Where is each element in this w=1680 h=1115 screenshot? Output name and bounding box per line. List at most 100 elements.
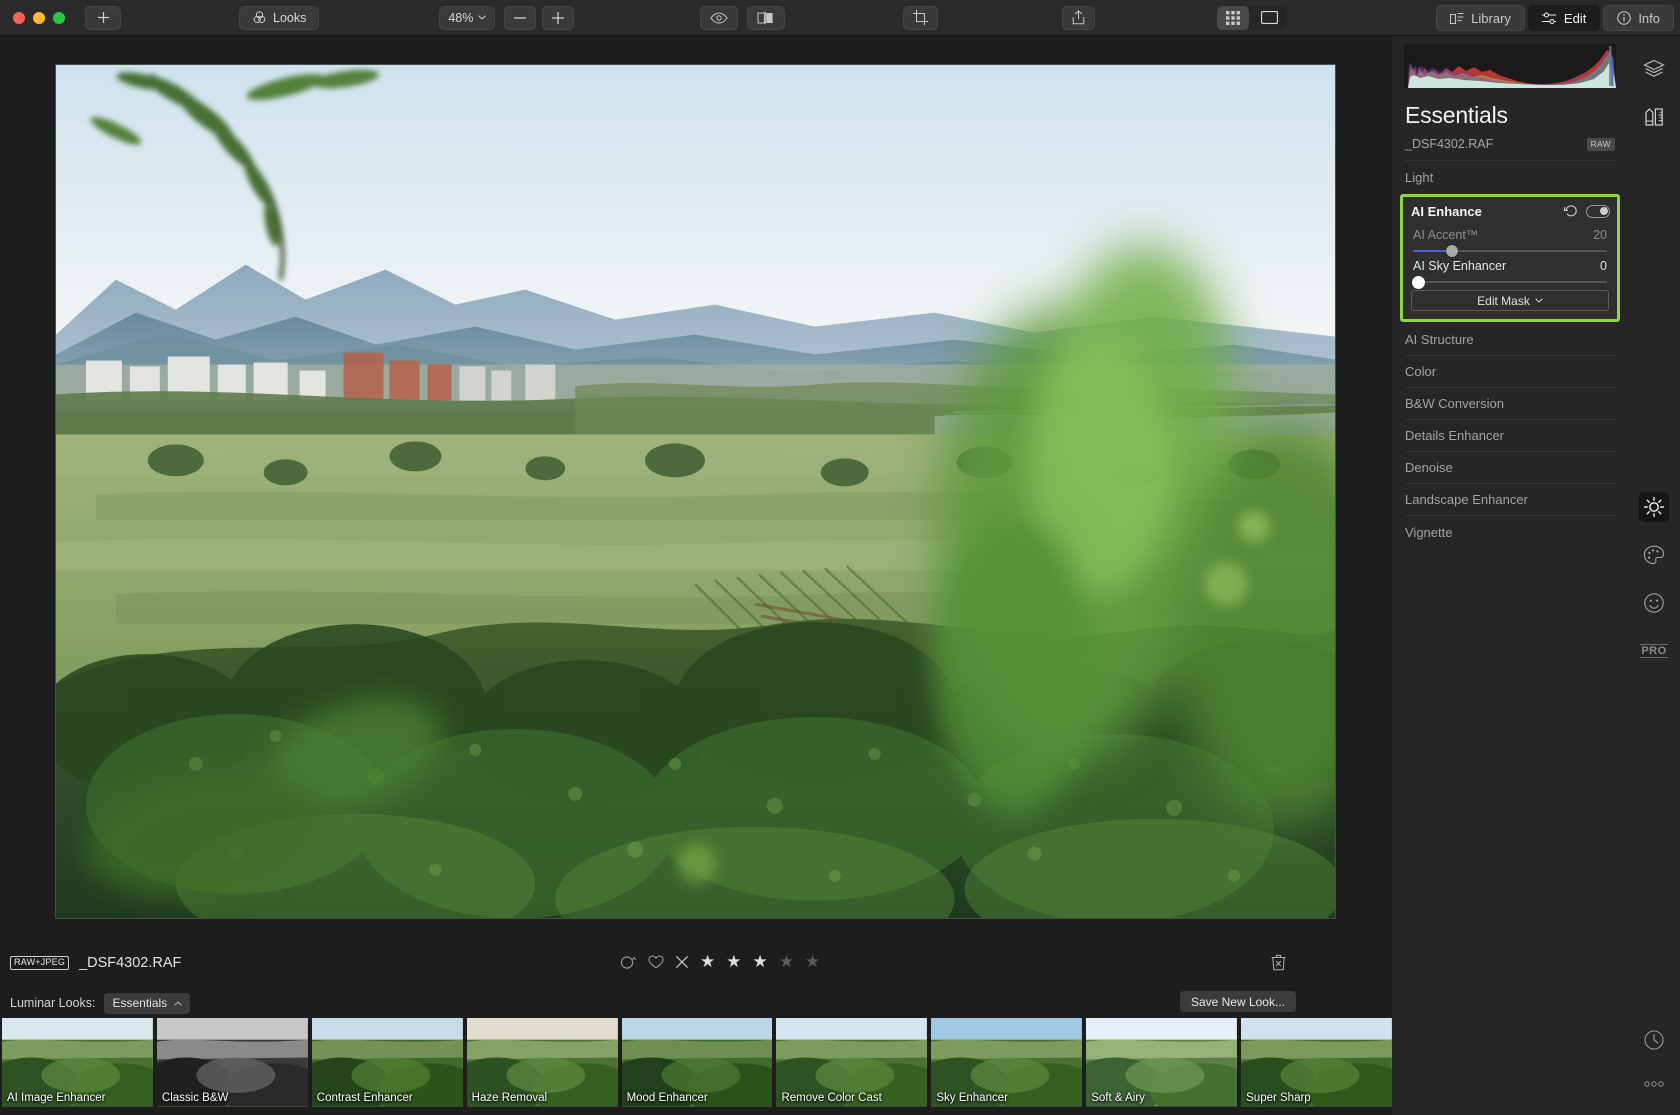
format-badge: RAW+JPEG [10,956,70,970]
portrait-face-icon[interactable] [1639,588,1669,618]
reset-arrow-icon[interactable] [1564,205,1577,217]
look-thumbnail[interactable]: Super Sharp [1241,1018,1393,1107]
panel-item-ai-structure[interactable]: AI Structure [1405,324,1615,356]
creative-palette-icon[interactable] [1639,540,1669,570]
panel-item-landscape-enhancer[interactable]: Landscape Enhancer [1405,484,1615,516]
ai-enhance-title: AI Enhance [1411,203,1482,219]
zoom-level-select[interactable]: 48% [439,5,496,30]
share-button[interactable] [1062,5,1096,30]
zoom-window-button[interactable] [53,11,65,24]
look-thumbnail-label: Haze Removal [471,1092,548,1104]
history-clock-icon[interactable] [1639,1025,1669,1055]
look-thumbnail[interactable]: Remove Color Cast [776,1018,928,1107]
look-thumbnail-label: Remove Color Cast [781,1092,882,1104]
look-thumbnail-label: Soft & Airy [1091,1092,1145,1104]
grid-view-icon [1226,10,1241,25]
preview-toggle-button[interactable] [700,5,739,30]
ai-sky-enhancer-knob[interactable] [1412,275,1425,289]
layers-icon[interactable] [1639,54,1669,84]
rating-star-1[interactable]: ★ [700,952,715,972]
ai-enhance-module[interactable]: AI Enhance AI Accent™ 20 AI Sky Enhancer… [1400,194,1620,322]
ai-accent-value: 20 [1593,228,1607,242]
edit-mask-button[interactable]: Edit Mask [1411,290,1609,311]
tools-pencil-ruler-icon[interactable] [1639,102,1669,132]
window-controls [0,11,65,24]
save-new-look-button[interactable]: Save New Look... [1179,991,1296,1012]
ai-accent-knob[interactable] [1445,245,1458,257]
crop-controls [903,5,939,30]
panel-title: Essentials [1405,102,1508,128]
look-thumbnail-label: Mood Enhancer [626,1092,708,1104]
chevron-up-icon [174,1000,182,1006]
rating-controls: ★ ★ ★ ★ ★ [620,952,820,972]
info-icon [1617,11,1632,25]
add-photos-button[interactable] [85,5,121,30]
ai-accent-slider[interactable] [1413,245,1607,257]
panel-item-label: Vignette [1405,524,1453,540]
current-filename: _DSF4302.RAF [79,955,182,971]
panel-item-light[interactable]: Light [1405,161,1615,193]
panel-item-label: Details Enhancer [1405,428,1504,443]
photo-image [56,65,1335,918]
essentials-sun-icon[interactable] [1639,491,1669,522]
minimize-window-button[interactable] [33,11,45,24]
look-thumbnail[interactable]: Soft & Airy [1086,1018,1238,1107]
looks-toggle-button[interactable]: Looks [239,5,320,30]
preview-controls [700,5,786,30]
looks-collection-select[interactable]: Essentials [104,992,191,1014]
look-thumbnail[interactable]: Contrast Enhancer [311,1018,463,1107]
look-thumbnail[interactable]: Mood Enhancer [621,1018,773,1107]
ai-enhance-header[interactable]: AI Enhance [1403,197,1617,225]
ai-sky-enhancer-label: AI Sky Enhancer [1413,259,1507,273]
rating-star-4[interactable]: ★ [779,952,794,972]
look-thumbnail-label: Classic B&W [161,1092,229,1104]
mode-info-button[interactable]: Info [1603,5,1674,31]
crop-button[interactable] [903,5,939,30]
ai-sky-enhancer-slider-block: AI Sky Enhancer 0 [1403,256,1617,289]
rating-star-5[interactable]: ★ [805,952,820,972]
rating-star-2[interactable]: ★ [726,952,741,972]
reject-x-icon[interactable] [675,955,689,969]
luminar-looks-bar: Luminar Looks: Essentials Save New Look.… [0,988,1392,1018]
ai-accent-slider-block: AI Accent™ 20 [1403,225,1617,257]
photo-preview[interactable] [55,64,1336,919]
more-dots-icon[interactable] [1639,1069,1669,1099]
close-window-button[interactable] [13,11,25,24]
titlebar: Looks 48% Library Edit Info [0,0,1680,36]
mode-info-label: Info [1638,10,1660,26]
ai-enhance-toggle[interactable] [1586,204,1610,218]
histogram[interactable] [1404,44,1616,88]
panel-item-color[interactable]: Color [1405,356,1615,388]
zoom-out-button[interactable] [504,5,537,30]
luminar-looks-label: Luminar Looks: [10,996,96,1010]
crop-icon [913,10,929,25]
look-thumbnail[interactable]: Classic B&W [156,1018,308,1107]
mode-edit-button[interactable]: Edit [1527,5,1601,31]
rating-star-3[interactable]: ★ [753,952,768,972]
histogram-graph [1404,44,1616,88]
grid-view-button[interactable] [1217,5,1250,30]
panel-item-details-enhancer[interactable]: Details Enhancer [1405,420,1615,452]
panel-item-denoise[interactable]: Denoise [1405,452,1615,484]
mode-library-button[interactable]: Library [1436,5,1525,31]
look-thumbnail[interactable]: Haze Removal [466,1018,618,1107]
compare-view-button[interactable] [747,5,786,30]
panel-item-label: Light [1405,169,1434,185]
delete-photo-button[interactable] [1271,954,1286,971]
look-thumbnail[interactable]: Sky Enhancer [931,1018,1083,1107]
heart-icon[interactable] [648,955,664,969]
look-thumbnail[interactable]: AI Image Enhancer [2,1018,153,1107]
looks-collection-value: Essentials [112,996,168,1010]
eye-icon [710,11,729,24]
panel-item-vignette[interactable]: Vignette [1405,516,1615,548]
single-view-button[interactable] [1252,6,1287,30]
pro-label[interactable]: PRO [1639,636,1669,666]
chevron-down-icon [1535,298,1543,303]
zoom-in-button[interactable] [542,5,575,30]
reject-circle-icon[interactable] [620,955,637,969]
panel-item-bw-conversion[interactable]: B&W Conversion [1405,388,1615,420]
looks-filmstrip[interactable]: AI Image Enhancer Classic B&W Contrast E… [0,1018,1393,1115]
library-icon [1450,12,1464,25]
ai-sky-enhancer-slider[interactable] [1412,275,1607,289]
looks-button-label: Looks [273,10,307,25]
